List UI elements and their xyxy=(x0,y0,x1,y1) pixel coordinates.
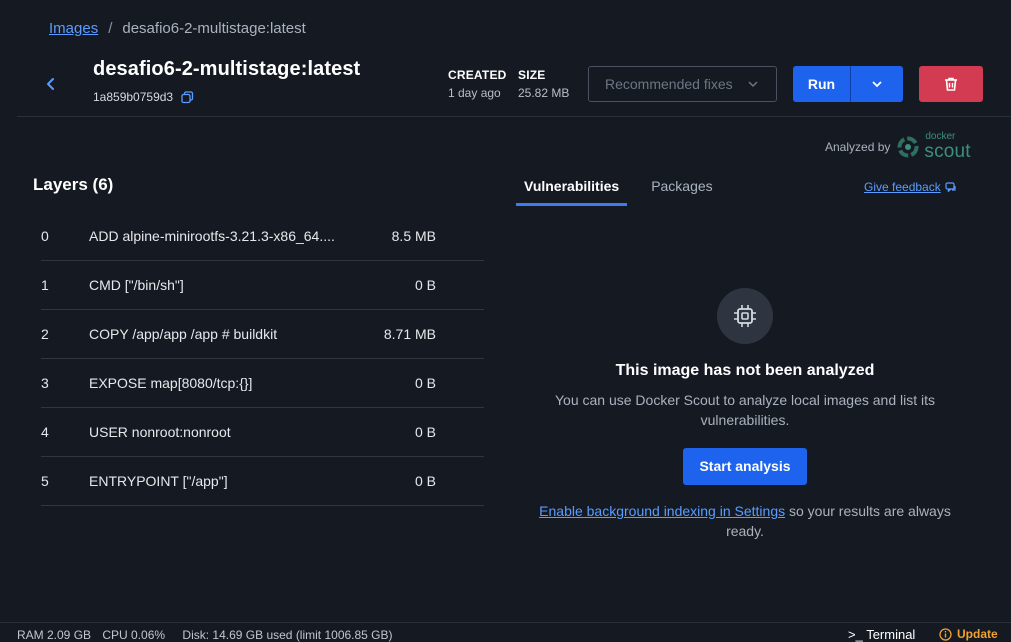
analyzed-label: Analyzed by xyxy=(825,139,891,154)
layer-command: CMD ["/bin/sh"] xyxy=(89,277,184,293)
analyzed-by: Analyzed by docker scout xyxy=(825,132,971,162)
layer-size: 8.71 MB xyxy=(383,326,436,342)
layers-table: 0 ADD alpine-minirootfs-3.21.3-x86_64....… xyxy=(41,212,484,506)
analysis-tabs: Vulnerabilities Packages xyxy=(516,172,737,206)
layer-command: ENTRYPOINT ["/app"] xyxy=(89,473,228,489)
layer-command: USER nonroot:nonroot xyxy=(89,424,231,440)
run-button[interactable]: Run xyxy=(793,76,850,92)
page-title: desafio6-2-multistage:latest xyxy=(93,58,361,80)
breadcrumb: Images / desafio6-2-multistage:latest xyxy=(49,20,306,37)
disk-usage: Disk: 14.69 GB used (limit 1006.85 GB) xyxy=(182,628,393,642)
breadcrumb-current: desafio6-2-multistage:latest xyxy=(122,20,306,37)
ram-usage: RAM 2.09 GB xyxy=(17,628,92,642)
empty-state-text: You can use Docker Scout to analyze loca… xyxy=(554,392,936,428)
layer-row[interactable]: 2 COPY /app/app /app # buildkit 8.71 MB xyxy=(41,310,484,359)
back-arrow-icon[interactable] xyxy=(43,72,59,96)
layer-size: 0 B xyxy=(414,375,436,391)
layer-row[interactable]: 1 CMD ["/bin/sh"] 0 B xyxy=(41,261,484,310)
layers-title: Layers (6) xyxy=(33,175,114,194)
layer-index: 1 xyxy=(41,277,49,293)
cpu-usage: CPU 0.06% xyxy=(102,628,166,642)
docker-scout-logo: docker scout xyxy=(896,132,971,162)
chevron-down-icon xyxy=(748,81,758,88)
run-button-group: Run xyxy=(793,66,903,102)
size-value: 25.82 MB xyxy=(518,86,570,100)
empty-state-title: This image has not been analyzed xyxy=(615,362,875,379)
breadcrumb-separator: / xyxy=(108,20,113,37)
image-id-value: 1a859b0759d3 xyxy=(93,90,174,104)
enable-background-indexing-link[interactable]: Enable background indexing in Settings xyxy=(539,503,785,519)
layer-size: 0 B xyxy=(414,473,436,489)
give-feedback-label: Give feedback xyxy=(864,180,941,194)
info-icon xyxy=(939,627,952,641)
layer-row[interactable]: 0 ADD alpine-minirootfs-3.21.3-x86_64....… xyxy=(41,212,484,261)
run-options-button[interactable] xyxy=(851,77,903,91)
terminal-button[interactable]: >_ Terminal xyxy=(848,627,915,642)
layer-command: ADD alpine-minirootfs-3.21.3-x86_64.... xyxy=(89,228,335,244)
recommended-fixes-label: Recommended fixes xyxy=(605,76,733,92)
image-detail-view: Images / desafio6-2-multistage:latest de… xyxy=(17,0,1011,622)
layer-index: 3 xyxy=(41,375,49,391)
layer-row[interactable]: 3 EXPOSE map[8080/tcp:{}] 0 B xyxy=(41,359,484,408)
layer-row[interactable]: 5 ENTRYPOINT ["/app"] 0 B xyxy=(41,457,484,506)
layer-index: 4 xyxy=(41,424,49,440)
layer-index: 2 xyxy=(41,326,49,342)
created-label: CREATED xyxy=(448,68,507,82)
size-label: SIZE xyxy=(518,68,546,82)
layer-row[interactable]: 4 USER nonroot:nonroot 0 B xyxy=(41,408,484,457)
chip-icon xyxy=(717,288,773,344)
header-divider xyxy=(17,116,1011,117)
give-feedback-link[interactable]: Give feedback xyxy=(864,180,957,194)
image-id: 1a859b0759d3 xyxy=(93,90,194,104)
update-label: Update xyxy=(957,627,998,641)
update-button[interactable]: Update xyxy=(939,627,998,641)
background-indexing-note: Enable background indexing in Settings s… xyxy=(534,501,956,541)
chevron-down-icon xyxy=(872,81,882,88)
feedback-icon xyxy=(945,182,956,192)
scout-logo-icon xyxy=(897,136,919,157)
trash-icon xyxy=(945,77,957,91)
layer-command: COPY /app/app /app # buildkit xyxy=(89,326,278,342)
status-bar: RAM 2.09 GB CPU 0.06% Disk: 14.69 GB use… xyxy=(0,622,1011,642)
tab-vulnerabilities[interactable]: Vulnerabilities xyxy=(516,172,628,206)
layer-size: 0 B xyxy=(414,424,436,440)
layer-size: 8.5 MB xyxy=(391,228,436,244)
breadcrumb-images-link[interactable]: Images xyxy=(49,20,98,37)
scout-brand-large: scout xyxy=(924,141,971,162)
created-value: 1 day ago xyxy=(448,86,501,100)
tab-packages[interactable]: Packages xyxy=(643,172,720,206)
delete-button[interactable] xyxy=(919,66,983,102)
layer-index: 5 xyxy=(41,473,49,489)
not-analyzed-empty-state: This image has not been analyzed You can… xyxy=(534,288,956,541)
copy-icon[interactable] xyxy=(181,90,194,104)
layer-index: 0 xyxy=(41,228,49,244)
layer-size: 0 B xyxy=(414,277,436,293)
start-analysis-button[interactable]: Start analysis xyxy=(683,448,807,485)
size-meta: SIZE 25.82 MB xyxy=(518,68,569,100)
layer-command: EXPOSE map[8080/tcp:{}] xyxy=(89,375,253,391)
created-meta: CREATED 1 day ago xyxy=(448,68,507,100)
recommended-fixes-button[interactable]: Recommended fixes xyxy=(588,66,777,102)
